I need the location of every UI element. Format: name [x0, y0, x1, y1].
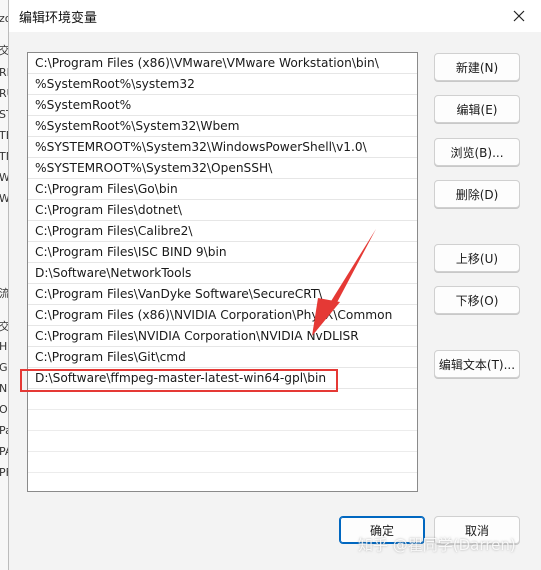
list-item[interactable]: %SystemRoot%\system32 — [28, 74, 417, 95]
browse-button[interactable]: 浏览(B)... — [434, 138, 520, 166]
edit-env-variable-dialog: 编辑环境变量 C:\Program Files (x86)\VMware\VMw… — [8, 0, 541, 570]
list-item[interactable]: C:\Program Files\dotnet\ — [28, 200, 417, 221]
path-list[interactable]: C:\Program Files (x86)\VMware\VMware Wor… — [27, 52, 418, 492]
list-item[interactable]: C:\Program Files (x86)\VMware\VMware Wor… — [28, 53, 417, 74]
list-item[interactable]: C:\Program Files\Go\bin — [28, 179, 417, 200]
bg-fragment: N — [0, 382, 7, 395]
delete-button[interactable]: 删除(D) — [434, 180, 520, 208]
list-item[interactable]: %SystemRoot% — [28, 95, 417, 116]
close-button[interactable] — [504, 3, 534, 29]
list-item[interactable]: C:\Program Files\Calibre2\ — [28, 221, 417, 242]
new-button[interactable]: 新建(N) — [434, 53, 520, 81]
list-item[interactable]: D:\Software\NetworkTools — [28, 263, 417, 284]
list-item[interactable]: %SYSTEMROOT%\System32\WindowsPowerShell\… — [28, 137, 417, 158]
title-bar[interactable]: 编辑环境变量 — [9, 0, 541, 32]
edit-button[interactable]: 编辑(E) — [434, 95, 520, 123]
ok-button[interactable]: 确定 — [339, 516, 425, 544]
list-item[interactable]: C:\Program Files (x86)\NVIDIA Corporatio… — [28, 305, 417, 326]
list-item-new-ffmpeg[interactable]: D:\Software\ffmpeg-master-latest-win64-g… — [28, 368, 417, 389]
list-item[interactable]: %SYSTEMROOT%\System32\OpenSSH\ — [28, 158, 417, 179]
edit-text-button[interactable]: 编辑文本(T)... — [434, 350, 520, 378]
list-item[interactable]: C:\Program Files\NVIDIA Corporation\NVID… — [28, 326, 417, 347]
bg-fragment: G — [0, 361, 8, 374]
empty-row[interactable] — [28, 410, 417, 431]
close-icon — [513, 10, 525, 22]
bg-fragment: H — [0, 340, 7, 353]
empty-row[interactable] — [28, 452, 417, 473]
list-item[interactable]: %SystemRoot%\System32\Wbem — [28, 116, 417, 137]
move-down-button[interactable]: 下移(O) — [434, 286, 520, 314]
list-item[interactable]: C:\Program Files\VanDyke Software\Secure… — [28, 284, 417, 305]
dialog-title: 编辑环境变量 — [19, 11, 98, 26]
list-item[interactable]: C:\Program Files\ISC BIND 9\bin — [28, 242, 417, 263]
bg-fragment: O — [0, 403, 8, 416]
empty-row[interactable] — [28, 431, 417, 452]
cancel-button[interactable]: 取消 — [434, 516, 520, 544]
empty-row[interactable] — [28, 389, 417, 410]
list-item[interactable]: C:\Program Files\Git\cmd — [28, 347, 417, 368]
move-up-button[interactable]: 上移(U) — [434, 244, 520, 272]
